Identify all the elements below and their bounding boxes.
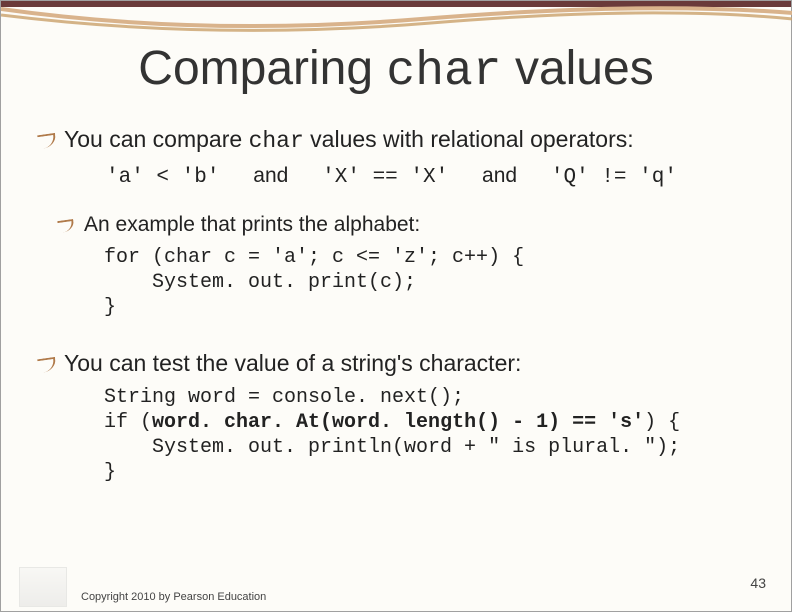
example-1: 'a' < 'b' bbox=[106, 166, 219, 189]
code-line2b: word. char. At(word. length() - 1) == 's… bbox=[152, 411, 644, 434]
example-3: 'Q' != 'q' bbox=[551, 166, 677, 189]
page-number: 43 bbox=[750, 575, 766, 591]
example-sep2: and bbox=[482, 164, 517, 188]
example-sep1: and bbox=[253, 164, 288, 188]
decorative-curves bbox=[1, 1, 792, 41]
bullet-alphabet: An example that prints the alphabet: bbox=[56, 213, 766, 237]
book-icon bbox=[19, 567, 67, 607]
code-string-char: String word = console. next(); if (word.… bbox=[104, 385, 766, 485]
code-line3: System. out. println(word + " is plural.… bbox=[104, 436, 680, 459]
title-code: char bbox=[386, 45, 501, 99]
title-part2: values bbox=[502, 42, 654, 95]
bullet-string-char: You can test the value of a string's cha… bbox=[36, 350, 766, 377]
code-alphabet: for (char c = 'a'; c <= 'z'; c++) { Syst… bbox=[104, 245, 766, 320]
bullet-text: You can compare bbox=[64, 126, 249, 152]
copyright-text: Copyright 2010 by Pearson Education bbox=[81, 591, 266, 603]
bullet-code: char bbox=[249, 128, 304, 154]
title-part1: Comparing bbox=[138, 42, 386, 95]
content-area: You can compare char values with relatio… bbox=[36, 126, 766, 485]
code-line2c: ) { bbox=[644, 411, 680, 434]
slide: Comparing char values You can compare ch… bbox=[0, 0, 792, 612]
code-line4: } bbox=[104, 461, 116, 484]
page-title: Comparing char values bbox=[1, 41, 791, 99]
bullet-compare: You can compare char values with relatio… bbox=[36, 126, 766, 154]
examples-line: 'a' < 'b' and 'X' == 'X' and 'Q' != 'q' bbox=[106, 164, 766, 189]
example-2: 'X' == 'X' bbox=[322, 166, 448, 189]
top-bar bbox=[1, 1, 791, 7]
code-line2a: if ( bbox=[104, 411, 152, 434]
bullet-text2: values with relational operators: bbox=[304, 126, 634, 152]
code-line1: String word = console. next(); bbox=[104, 386, 464, 409]
